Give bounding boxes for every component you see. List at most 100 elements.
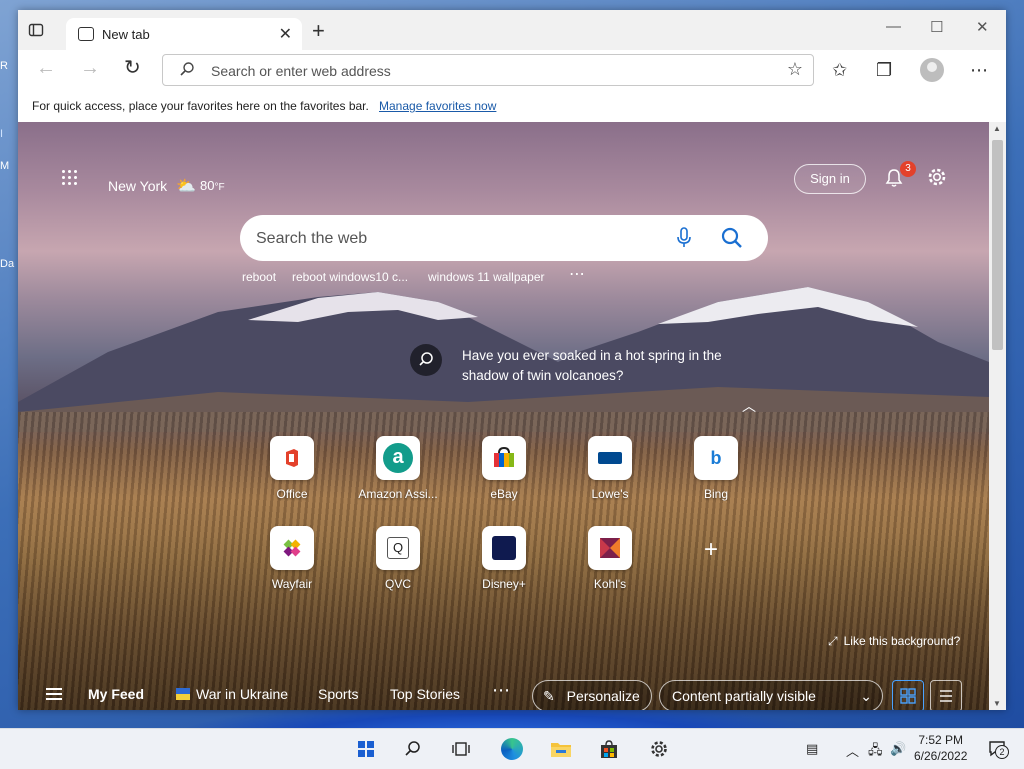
show-hidden-icons-chevron-icon[interactable]: ︿ bbox=[846, 741, 859, 760]
quick-link-label: Disney+ bbox=[482, 577, 526, 591]
tab-actions-icon[interactable] bbox=[28, 22, 54, 42]
page-scrollbar[interactable]: ▲ ▼ bbox=[989, 122, 1006, 710]
weather-city[interactable]: New York bbox=[108, 178, 167, 194]
kohls-icon bbox=[588, 526, 632, 570]
settings-more-icon[interactable]: ⋯ bbox=[970, 60, 988, 80]
back-icon[interactable]: ← bbox=[36, 58, 56, 78]
desktop-icon-label[interactable]: R bbox=[0, 60, 16, 72]
browser-window: New tab ✕ + — ☐ ✕ ← → ↻ Search or enter … bbox=[18, 10, 1006, 710]
search-submit-icon[interactable] bbox=[720, 226, 744, 250]
more-trending-icon[interactable]: ⋯ bbox=[569, 264, 585, 284]
collapse-chevron-icon[interactable]: ︿ bbox=[742, 396, 756, 416]
page-settings-gear-icon[interactable] bbox=[926, 166, 948, 188]
add-favorite-icon[interactable]: ☆ bbox=[787, 59, 803, 80]
edge-icon[interactable] bbox=[500, 737, 524, 761]
settings-icon[interactable] bbox=[647, 737, 671, 761]
quick-link-disney-plus[interactable]: Disney+ bbox=[459, 526, 549, 591]
quick-link-label: QVC bbox=[384, 577, 411, 591]
feed-tab-top-stories[interactable]: Top Stories bbox=[390, 686, 460, 702]
apps-launcher-icon[interactable] bbox=[62, 170, 78, 186]
grid-view-icon[interactable] bbox=[892, 680, 924, 710]
quick-link-qvc[interactable]: Q QVC bbox=[353, 526, 443, 591]
disney-plus-icon bbox=[482, 526, 526, 570]
notification-center-badge: 2 bbox=[995, 745, 1009, 759]
network-icon[interactable]: 🖧 bbox=[868, 741, 883, 763]
personalize-button[interactable]: ✎ Personalize bbox=[532, 680, 652, 710]
quick-link-kohls[interactable]: Kohl's bbox=[565, 526, 655, 591]
ukraine-flag-icon bbox=[176, 688, 190, 700]
refresh-icon[interactable]: ↻ bbox=[124, 58, 141, 78]
forward-icon[interactable]: → bbox=[80, 58, 100, 78]
close-window-icon[interactable]: ✕ bbox=[976, 18, 989, 36]
feed-tab-sports[interactable]: Sports bbox=[318, 686, 358, 702]
image-caption[interactable]: Have you ever soaked in a hot spring in … bbox=[462, 346, 742, 386]
quick-link-label: Lowe's bbox=[591, 487, 629, 501]
content-visibility-dropdown[interactable]: Content partially visible ⌄ bbox=[659, 680, 883, 710]
expand-icon: ⤢ bbox=[828, 634, 838, 648]
manage-favorites-link[interactable]: Manage favorites now bbox=[379, 99, 496, 113]
feed-tab-war-in-ukraine[interactable]: War in Ukraine bbox=[176, 686, 288, 702]
add-shortcut-icon[interactable]: + bbox=[704, 538, 718, 562]
web-search-box[interactable]: Search the web bbox=[240, 215, 768, 261]
task-view-icon[interactable] bbox=[449, 737, 473, 761]
search-icon bbox=[180, 62, 194, 76]
more-feed-tabs-icon[interactable]: ⋯ bbox=[492, 680, 510, 701]
scroll-up-icon[interactable]: ▲ bbox=[993, 124, 1001, 133]
quick-link-label: Office bbox=[276, 487, 308, 501]
microphone-icon[interactable] bbox=[676, 227, 692, 249]
address-bar[interactable]: Search or enter web address ☆ bbox=[162, 54, 814, 86]
quick-link-amazon-assistant[interactable]: a Amazon Assi... bbox=[353, 436, 443, 501]
scrollbar-thumb[interactable] bbox=[992, 140, 1003, 350]
new-tab-button[interactable]: + bbox=[312, 20, 325, 42]
tab-close-icon[interactable]: ✕ bbox=[279, 24, 292, 44]
desktop-icon-label[interactable]: I bbox=[0, 128, 16, 140]
favorites-bar-message: For quick access, place your favorites h… bbox=[32, 99, 369, 113]
maximize-icon[interactable]: ☐ bbox=[930, 18, 943, 36]
trending-search-item[interactable]: windows 11 wallpaper bbox=[428, 270, 545, 284]
quick-link-ebay[interactable]: eBay bbox=[459, 436, 549, 501]
quick-link-bing[interactable]: b Bing bbox=[671, 436, 761, 501]
partly-cloudy-icon: ⛅ bbox=[176, 178, 196, 195]
image-info-icon[interactable] bbox=[410, 344, 442, 376]
notification-center-icon[interactable]: 2 bbox=[988, 739, 1009, 759]
clock-time: 7:52 PM bbox=[918, 733, 964, 747]
feed-tab-label: War in Ukraine bbox=[196, 686, 289, 702]
trending-search-item[interactable]: reboot bbox=[242, 270, 276, 284]
new-tab-page: New York ⛅ 80°F Sign in 3 Search the web… bbox=[18, 122, 989, 710]
qvc-icon: Q bbox=[376, 526, 420, 570]
quick-link-office[interactable]: Office bbox=[247, 436, 337, 501]
scroll-down-icon[interactable]: ▼ bbox=[993, 699, 1001, 708]
list-view-icon[interactable] bbox=[930, 680, 962, 710]
clock-date: 6/26/2022 bbox=[914, 749, 968, 763]
quick-link-label: eBay bbox=[490, 487, 518, 501]
weather-temperature[interactable]: 80°F bbox=[200, 178, 225, 193]
taskbar: ▤ ︿ 🖧 🔊 7:52 PM 6/26/2022 2 bbox=[0, 728, 1024, 769]
quick-link-lowes[interactable]: Lowe's bbox=[565, 436, 655, 501]
system-clock[interactable]: 7:52 PM 6/26/2022 bbox=[914, 732, 967, 764]
address-placeholder: Search or enter web address bbox=[211, 63, 391, 79]
tab-new-tab[interactable]: New tab ✕ bbox=[66, 18, 302, 50]
search-placeholder: Search the web bbox=[256, 230, 368, 247]
trending-search-item[interactable]: reboot windows10 c... bbox=[292, 270, 408, 284]
quick-link-wayfair[interactable]: Wayfair bbox=[247, 526, 337, 591]
menu-icon[interactable] bbox=[46, 688, 62, 700]
sign-in-button[interactable]: Sign in bbox=[794, 164, 866, 194]
minimize-icon[interactable]: — bbox=[886, 18, 901, 35]
file-explorer-icon[interactable] bbox=[549, 737, 573, 761]
desktop-icon-label[interactable]: Da bbox=[0, 258, 16, 270]
office-icon bbox=[270, 436, 314, 480]
news-widget-icon[interactable]: ▤ bbox=[806, 741, 818, 757]
notification-badge: 3 bbox=[900, 161, 916, 177]
store-icon[interactable] bbox=[597, 737, 621, 761]
like-background-link[interactable]: ⤢ Like this background? bbox=[828, 634, 960, 649]
favorites-icon[interactable]: ✩ bbox=[832, 60, 847, 80]
collections-icon[interactable]: ❐ bbox=[876, 60, 892, 80]
quick-link-label: Wayfair bbox=[271, 577, 313, 591]
desktop-icon-label[interactable]: M bbox=[0, 160, 16, 172]
taskbar-search-icon[interactable] bbox=[401, 737, 425, 761]
volume-icon[interactable]: 🔊 bbox=[890, 741, 906, 757]
quick-link-label: Bing bbox=[703, 487, 729, 501]
start-icon[interactable] bbox=[354, 737, 378, 761]
profile-avatar[interactable] bbox=[920, 58, 944, 82]
feed-tab-my-feed[interactable]: My Feed bbox=[88, 686, 144, 702]
